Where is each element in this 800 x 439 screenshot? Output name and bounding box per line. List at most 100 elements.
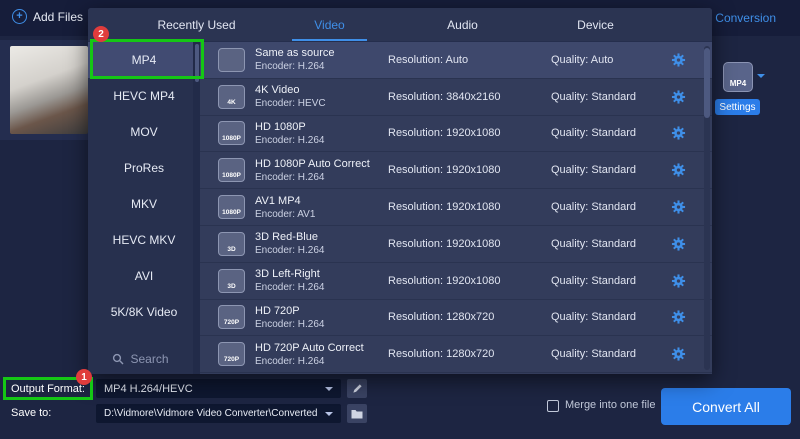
tab-recently-used[interactable]: Recently Used — [130, 8, 263, 41]
browse-folder-button[interactable] — [347, 404, 367, 423]
format-encoder: Encoder: H.264 — [255, 171, 325, 183]
format-sidebar: MP4 HEVC MP4 MOV ProRes MKV HEVC MKV AVI… — [88, 42, 200, 374]
format-quality: Quality: Standard — [551, 201, 636, 214]
format-resolution: Resolution: 1920x1080 — [388, 164, 501, 177]
sidebar-item-5k8k[interactable]: 5K/8K Video — [88, 294, 200, 330]
format-popup: Recently Used Video Audio Device MP4 HEV… — [88, 8, 712, 374]
list-scrollbar[interactable] — [704, 46, 710, 370]
save-to-label: Save to: — [11, 407, 52, 419]
gear-icon[interactable] — [671, 236, 686, 251]
format-row-hd-1080p-auto-correct[interactable]: 1080P HD 1080P Auto Correct Encoder: H.2… — [200, 152, 712, 190]
add-files-label: Add Files — [33, 9, 84, 24]
search-icon — [112, 353, 124, 365]
format-quality: Quality: Auto — [551, 53, 614, 66]
folder-icon — [351, 409, 363, 419]
format-encoder: Encoder: H.264 — [255, 61, 325, 73]
tab-audio[interactable]: Audio — [396, 8, 529, 41]
sidebar-item-mov[interactable]: MOV — [88, 114, 200, 150]
output-format-label: Output Format: — [11, 383, 85, 395]
format-encoder: Encoder: H.264 — [255, 318, 325, 330]
format-icon: 1080P — [218, 195, 245, 220]
convert-all-button[interactable]: Convert All — [661, 388, 791, 425]
format-quality: Quality: Standard — [551, 90, 636, 103]
format-row-4k-video[interactable]: 4K 4K Video Encoder: HEVC Resolution: 38… — [200, 79, 712, 116]
format-encoder: Encoder: H.264 — [255, 282, 325, 294]
edit-profile-button[interactable] — [347, 379, 367, 398]
plus-icon: + — [12, 9, 27, 24]
output-format-dropdown[interactable]: MP4 H.264/HEVC — [96, 379, 341, 398]
merge-label: Merge into one file — [565, 399, 656, 411]
format-name: HD 1080P Auto Correct — [255, 157, 370, 170]
format-icon — [218, 47, 245, 72]
format-icon: 3D — [218, 231, 245, 256]
format-row-hd-720p[interactable]: 720P HD 720P Encoder: H.264 Resolution: … — [200, 300, 712, 337]
format-row-same-as-source[interactable]: Same as source Encoder: H.264 Resolution… — [200, 42, 712, 79]
format-name: HD 720P — [255, 304, 300, 317]
sidebar-item-hevc-mp4[interactable]: HEVC MP4 — [88, 78, 200, 114]
sidebar-item-prores[interactable]: ProRes — [88, 150, 200, 186]
format-row-av1-mp4[interactable]: 1080P AV1 MP4 Encoder: AV1 Resolution: 1… — [200, 189, 712, 226]
video-thumbnail[interactable] — [10, 46, 88, 134]
format-list: Same as source Encoder: H.264 Resolution… — [200, 42, 712, 374]
format-row-3d-left-right[interactable]: 3D 3D Left-Right Encoder: H.264 Resoluti… — [200, 263, 712, 300]
tab-video[interactable]: Video — [263, 8, 396, 41]
sidebar-item-avi[interactable]: AVI — [88, 258, 200, 294]
format-icon: 1080P — [218, 121, 245, 146]
chevron-down-icon — [325, 411, 333, 420]
search-button[interactable]: Search — [88, 352, 193, 366]
format-resolution: Resolution: 1920x1080 — [388, 201, 501, 214]
format-name: 3D Left-Right — [255, 268, 320, 281]
gear-icon[interactable] — [671, 163, 686, 178]
format-icon: 720P — [218, 342, 245, 367]
gear-icon[interactable] — [671, 126, 686, 141]
search-label: Search — [130, 352, 169, 366]
format-name: HD 1080P — [255, 120, 306, 133]
sidebar-item-mp4[interactable]: MP4 — [88, 42, 200, 78]
format-resolution: Resolution: 1280x720 — [388, 311, 495, 324]
format-icon: 3D — [218, 268, 245, 293]
format-name: 3D Red-Blue — [255, 231, 318, 244]
format-encoder: Encoder: H.264 — [255, 134, 325, 146]
sidebar-scrollbar[interactable] — [193, 42, 200, 374]
settings-button[interactable]: Settings — [715, 99, 760, 115]
gear-icon[interactable] — [671, 273, 686, 288]
format-quality: Quality: Standard — [551, 274, 636, 287]
format-name: 4K Video — [255, 84, 300, 97]
format-encoder: Encoder: H.264 — [255, 245, 325, 257]
format-resolution: Resolution: 1280x720 — [388, 348, 495, 361]
popup-tab-bar: Recently Used Video Audio Device — [88, 8, 712, 42]
sidebar-item-hevc-mkv[interactable]: HEVC MKV — [88, 222, 200, 258]
format-name: HD 720P Auto Correct — [255, 341, 364, 354]
merge-checkbox[interactable] — [547, 400, 559, 412]
format-resolution: Resolution: 1920x1080 — [388, 127, 501, 140]
gear-icon[interactable] — [671, 200, 686, 215]
format-quality: Quality: Standard — [551, 237, 636, 250]
gear-icon[interactable] — [671, 89, 686, 104]
gear-icon[interactable] — [671, 52, 686, 67]
chevron-down-icon[interactable] — [757, 74, 765, 82]
sidebar-item-mkv[interactable]: MKV — [88, 186, 200, 222]
save-to-value: D:\Vidmore\Vidmore Video Converter\Conve… — [104, 408, 318, 419]
save-to-dropdown[interactable]: D:\Vidmore\Vidmore Video Converter\Conve… — [96, 404, 341, 423]
tab-device[interactable]: Device — [529, 8, 662, 41]
output-format-chip[interactable]: MP4 — [723, 62, 753, 92]
format-resolution: Resolution: Auto — [388, 53, 469, 66]
format-name: AV1 MP4 — [255, 194, 301, 207]
format-icon: 4K — [218, 84, 245, 109]
format-row-hd-720p-auto-correct[interactable]: 720P HD 720P Auto Correct Encoder: H.264… — [200, 336, 712, 374]
format-quality: Quality: Standard — [551, 164, 636, 177]
format-resolution: Resolution: 1920x1080 — [388, 237, 501, 250]
format-encoder: Encoder: H.264 — [255, 355, 325, 367]
gear-icon[interactable] — [671, 310, 686, 325]
format-quality: Quality: Standard — [551, 311, 636, 324]
format-row-hd-1080p[interactable]: 1080P HD 1080P Encoder: H.264 Resolution… — [200, 116, 712, 153]
gear-icon[interactable] — [671, 347, 686, 362]
format-encoder: Encoder: AV1 — [255, 208, 316, 220]
format-quality: Quality: Standard — [551, 127, 636, 140]
format-quality: Quality: Standard — [551, 348, 636, 361]
add-files-button[interactable]: + Add Files — [12, 9, 98, 24]
output-format-value: MP4 H.264/HEVC — [104, 382, 193, 395]
format-resolution: Resolution: 1920x1080 — [388, 274, 501, 287]
format-resolution: Resolution: 3840x2160 — [388, 90, 501, 103]
format-row-3d-red-blue[interactable]: 3D 3D Red-Blue Encoder: H.264 Resolution… — [200, 226, 712, 263]
